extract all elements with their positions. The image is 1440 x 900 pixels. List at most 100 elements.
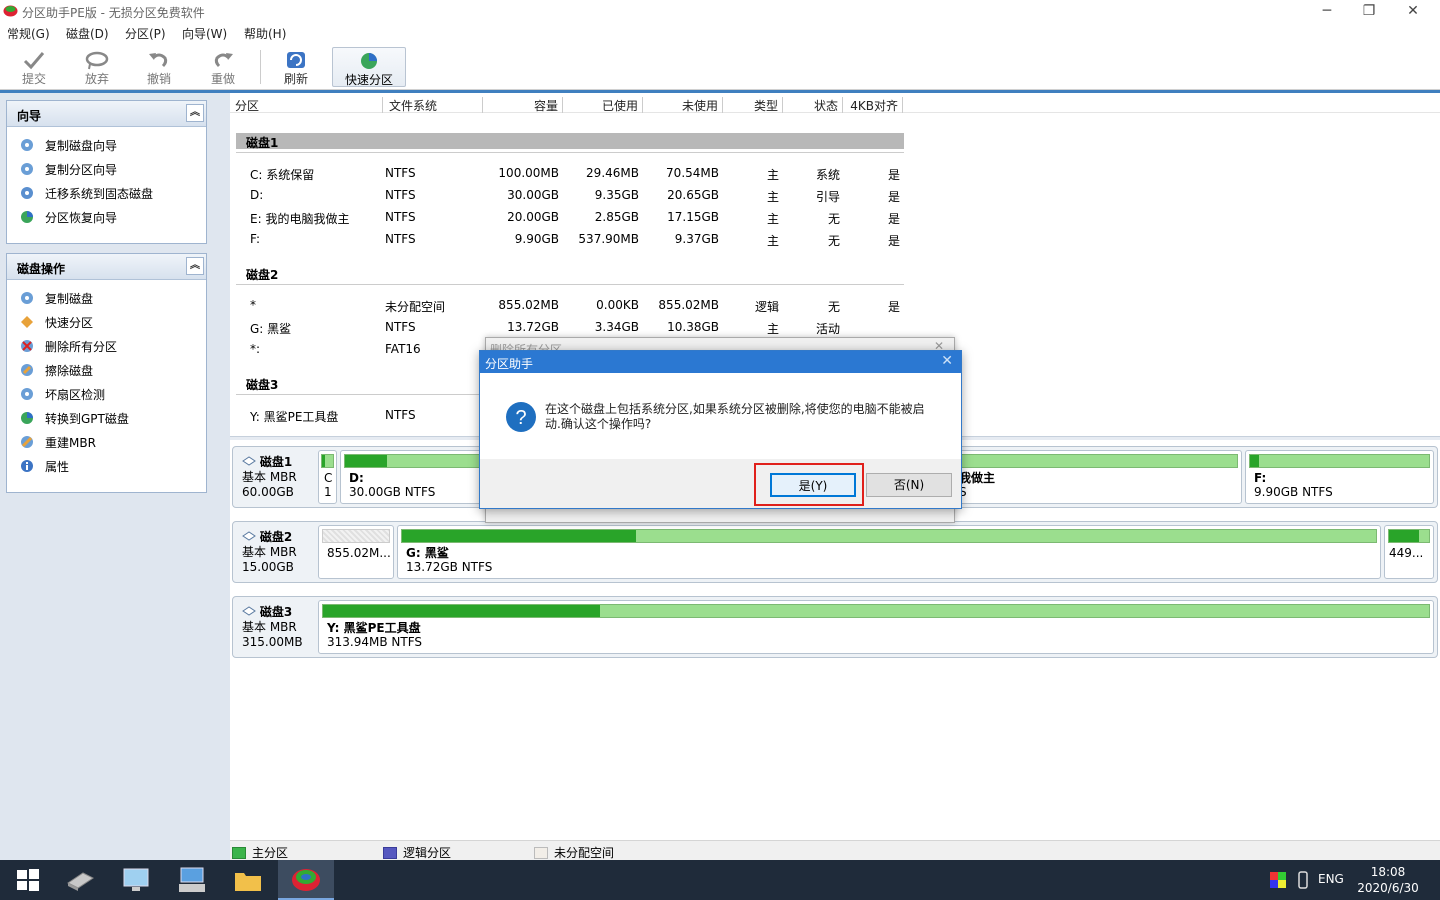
wizard-copy-disk[interactable]: 复制磁盘向导 — [7, 133, 206, 157]
copy-partition-icon — [19, 161, 35, 177]
refresh-label: 刷新 — [283, 72, 308, 86]
color-settings-icon[interactable] — [1270, 872, 1286, 888]
usage-fill — [345, 455, 387, 467]
restore-button[interactable]: ❐ — [1346, 0, 1392, 22]
table-row[interactable]: F: NTFS 9.90GB 537.90MB 9.37GB 主 无 是 — [236, 228, 904, 250]
op-wipe-disk[interactable]: 擦除磁盘 — [7, 358, 206, 382]
cell-partition: C: 系统保留 — [250, 168, 315, 182]
op-quick-partition[interactable]: 快速分区 — [7, 310, 206, 334]
usb-device-icon[interactable] — [1296, 871, 1310, 889]
col-capacity[interactable]: 容量 — [483, 97, 563, 113]
cell-filesystem: 未分配空间 — [385, 300, 446, 314]
op-rebuild-mbr[interactable]: 重建MBR — [7, 430, 206, 454]
partition-text: D: 30.00GB NTFS — [349, 471, 436, 499]
disk1-header[interactable]: 磁盘1 — [236, 133, 904, 150]
disk3-map-label: 磁盘3 基本 MBR 315.00MB — [242, 605, 303, 650]
redo-label: 重做 — [210, 72, 235, 86]
refresh-icon — [287, 52, 305, 68]
migrate-os-icon — [19, 185, 35, 201]
delete-icon — [19, 338, 35, 354]
col-4kb-align[interactable]: 4KB对齐 — [843, 97, 903, 113]
taskbar-explorer-app[interactable] — [220, 860, 276, 900]
cell-filesystem: NTFS — [385, 232, 416, 246]
cell-used: 2.85GB — [594, 210, 639, 224]
partition-block[interactable]: D: 30.00GB NTFS — [340, 450, 485, 504]
no-button[interactable]: 否(N) — [866, 473, 952, 497]
partition-text: 我做主 S — [959, 471, 996, 499]
question-icon: ? — [506, 402, 536, 432]
disk-ops-panel: 磁盘操作 ︽ 复制磁盘 快速分区 删除所有分区 擦除磁盘 坏扇区检测 转换到GPT… — [6, 253, 207, 493]
wizard-panel-title: 向导 — [17, 109, 42, 123]
app-logo-icon — [3, 5, 18, 17]
partition-block[interactable]: 855.02M... — [318, 525, 394, 579]
copy-disk-icon — [19, 137, 35, 153]
partition-text: 449... — [1389, 546, 1424, 560]
cell-used: 3.34GB — [594, 320, 639, 334]
usage-bar — [344, 454, 481, 468]
collapse-wizard-button[interactable]: ︽ — [186, 104, 204, 122]
op-bad-sector-check[interactable]: 坏扇区检测 — [7, 382, 206, 406]
taskbar-keyboard-app[interactable] — [164, 860, 220, 900]
wizard-panel-header: 向导 ︽ — [7, 101, 206, 127]
op-item-label: 擦除磁盘 — [45, 363, 94, 378]
cell-filesystem: NTFS — [385, 166, 416, 180]
redo-button[interactable]: 重做 — [197, 48, 249, 88]
col-used[interactable]: 已使用 — [563, 97, 643, 113]
cell-status: 无 — [827, 234, 840, 248]
partition-block[interactable]: 449... — [1384, 525, 1434, 579]
partition-block[interactable]: C1 — [318, 450, 337, 504]
discard-button[interactable]: 放弃 — [71, 48, 123, 88]
undo-icon — [149, 53, 168, 68]
op-properties[interactable]: 属性 — [7, 454, 206, 478]
menu-wizard[interactable]: 向导(W) — [182, 25, 227, 42]
minimize-button[interactable]: ─ — [1304, 0, 1350, 22]
taskbar-computer-app[interactable] — [108, 860, 164, 900]
wizard-partition-recovery[interactable]: 分区恢复向导 — [7, 205, 206, 229]
menu-help[interactable]: 帮助(H) — [244, 25, 286, 42]
menu-general[interactable]: 常规(G) — [7, 25, 50, 42]
commit-button[interactable]: 提交 — [8, 48, 60, 88]
col-filesystem[interactable]: 文件系统 — [389, 97, 483, 113]
col-unused[interactable]: 未使用 — [643, 97, 723, 113]
language-indicator[interactable]: ENG — [1318, 872, 1344, 886]
undo-button[interactable]: 撤销 — [133, 48, 185, 88]
partition-block[interactable]: F: 9.90GB NTFS — [1245, 450, 1434, 504]
taskbar-partition-assistant-app[interactable] — [278, 860, 334, 900]
table-row[interactable]: C: 系统保留 NTFS 100.00MB 29.46MB 70.54MB 主 … — [236, 162, 904, 184]
table-row[interactable]: E: 我的电脑我做主 NTFS 20.00GB 2.85GB 17.15GB 主… — [236, 206, 904, 228]
col-partition[interactable]: 分区 — [235, 97, 383, 113]
table-row[interactable]: * 未分配空间 855.02MB 0.00KB 855.02MB 逻辑 无 是 — [236, 294, 904, 316]
quick-partition-button[interactable]: 快速分区 — [332, 47, 406, 87]
op-copy-disk[interactable]: 复制磁盘 — [7, 286, 206, 310]
partition-block[interactable]: G: 黑鲨 13.72GB NTFS — [397, 525, 1381, 579]
collapse-disk-ops-button[interactable]: ︽ — [186, 257, 204, 275]
partition-block[interactable]: 我做主 S — [955, 450, 1242, 504]
taskbar-drive-app[interactable] — [52, 860, 108, 900]
cell-used: 9.35GB — [594, 188, 639, 202]
start-button[interactable] — [0, 860, 56, 900]
dialog-close-icon[interactable]: ✕ — [941, 353, 953, 369]
table-row[interactable]: G: 黑鲨 NTFS 13.72GB 3.34GB 10.38GB 主 活动 — [236, 316, 904, 338]
partition-assistant-icon — [292, 869, 320, 891]
col-status[interactable]: 状态 — [783, 97, 843, 113]
wizard-item-label: 复制磁盘向导 — [45, 138, 118, 153]
quick-partition-icon — [19, 314, 35, 330]
cell-filesystem: NTFS — [385, 320, 416, 334]
wizard-copy-partition[interactable]: 复制分区向导 — [7, 157, 206, 181]
table-row[interactable]: D: NTFS 30.00GB 9.35GB 20.65GB 主 引导 是 — [236, 184, 904, 206]
refresh-button[interactable]: 刷新 — [270, 48, 322, 88]
wizard-migrate-os[interactable]: 迁移系统到固态磁盘 — [7, 181, 206, 205]
clock[interactable]: 18:08 2020/6/30 — [1356, 864, 1420, 896]
menu-bar: 常规(G) 磁盘(D) 分区(P) 向导(W) 帮助(H) — [0, 22, 1440, 42]
divider — [236, 152, 904, 153]
op-delete-all-partitions[interactable]: 删除所有分区 — [7, 334, 206, 358]
menu-disk[interactable]: 磁盘(D) — [66, 25, 109, 42]
disk2-header[interactable]: 磁盘2 — [236, 265, 904, 282]
menu-partition[interactable]: 分区(P) — [125, 25, 166, 42]
partition-text: F: 9.90GB NTFS — [1254, 471, 1333, 499]
partition-block[interactable]: Y: 黑鲨PE工具盘 313.94MB NTFS — [318, 600, 1434, 654]
col-type[interactable]: 类型 — [723, 97, 783, 113]
usage-bar — [401, 529, 1377, 543]
op-convert-gpt[interactable]: 转换到GPT磁盘 — [7, 406, 206, 430]
close-button[interactable]: ✕ — [1390, 0, 1436, 22]
